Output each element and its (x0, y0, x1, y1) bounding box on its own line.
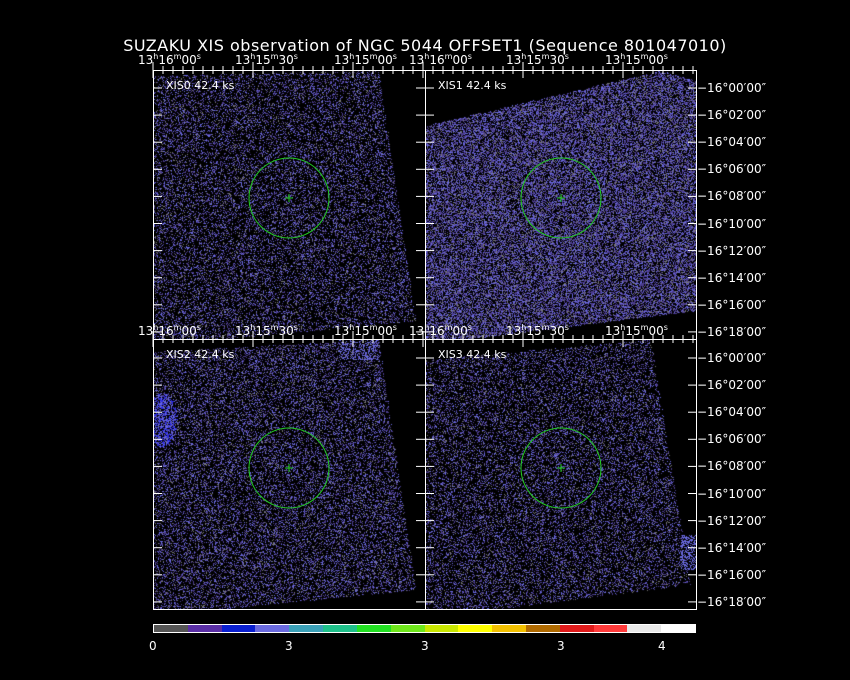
colorbar-segment (323, 625, 357, 632)
colorbar-segment (390, 625, 425, 632)
colorbar-segment (661, 625, 695, 632)
dec-label-bottom-8: −16°16′00″ (697, 567, 767, 582)
colorbar-segment (492, 625, 526, 632)
ra-label-mid-5: 13h15m30s (506, 323, 569, 338)
colorbar-segment (559, 625, 594, 632)
dec-label-bottom-2: −16°04′00″ (697, 405, 767, 420)
ra-label-mid-4: 13h16m00s (409, 323, 472, 338)
ra-label-top-6: 13h15m00s (605, 52, 668, 67)
dec-label-bottom-5: −16°10′00″ (697, 486, 767, 501)
ra-label-top-4: 13h16m00s (409, 52, 472, 67)
colorbar-label-2: 3 (421, 639, 429, 653)
dec-label-top-9: −16°18′00″ (697, 324, 767, 339)
colorbar-label-1: 3 (285, 639, 293, 653)
ra-label-top-3: 13h15m00s (334, 52, 397, 67)
dec-label-bottom-3: −16°06′00″ (697, 432, 767, 447)
ra-label-mid-1: 13h16m00s (138, 323, 201, 338)
ra-label-top-1: 13h16m00s (138, 52, 201, 67)
dec-label-top-8: −16°16′00″ (697, 297, 767, 312)
colorbar-segment (593, 625, 628, 632)
dec-label-bottom-7: −16°14′00″ (697, 540, 767, 555)
dec-label-bottom-0: −16°00′00″ (697, 351, 767, 365)
colorbar-segment (255, 625, 290, 632)
colorbar-segment (424, 625, 459, 632)
colorbar-segment (627, 625, 662, 632)
dec-label-bottom-9: −16°18′00″ (697, 594, 767, 609)
colorbar-segment (289, 625, 324, 632)
colorbar-segment (154, 625, 188, 632)
ra-label-top-2: 13h15m30s (235, 52, 298, 67)
colorbar-segment (221, 625, 256, 632)
colorbar-segment (458, 625, 493, 632)
ra-label-top-5: 13h15m30s (506, 52, 569, 67)
colorbar-label-3: 3 (557, 639, 565, 653)
colorbar (153, 624, 696, 633)
colorbar-label-0: 0 (149, 639, 157, 653)
colorbar-segment (187, 625, 222, 632)
colorbar-segment (525, 625, 560, 632)
colorbar-label-4: 4 (658, 639, 666, 653)
dec-label-bottom-6: −16°12′00″ (697, 513, 767, 528)
ra-label-mid-2: 13h15m30s (235, 323, 298, 338)
dec-label-top-4: −16°08′00″ (697, 189, 767, 204)
dec-label-top-7: −16°14′00″ (697, 270, 767, 285)
ra-label-mid-3: 13h15m00s (334, 323, 397, 338)
dec-label-bottom-1: −16°02′00″ (697, 378, 767, 393)
dec-label-top-3: −16°06′00″ (697, 162, 767, 177)
dec-label-top-5: −16°10′00″ (697, 216, 767, 231)
dec-label-top-0: −16°00′00″ (697, 81, 767, 95)
dec-label-top-6: −16°12′00″ (697, 243, 767, 258)
colorbar-segment (356, 625, 391, 632)
dec-label-bottom-4: −16°08′00″ (697, 459, 767, 474)
dec-label-top-2: −16°04′00″ (697, 135, 767, 150)
ra-label-mid-6: 13h15m00s (605, 323, 668, 338)
dec-label-top-1: −16°02′00″ (697, 108, 767, 123)
